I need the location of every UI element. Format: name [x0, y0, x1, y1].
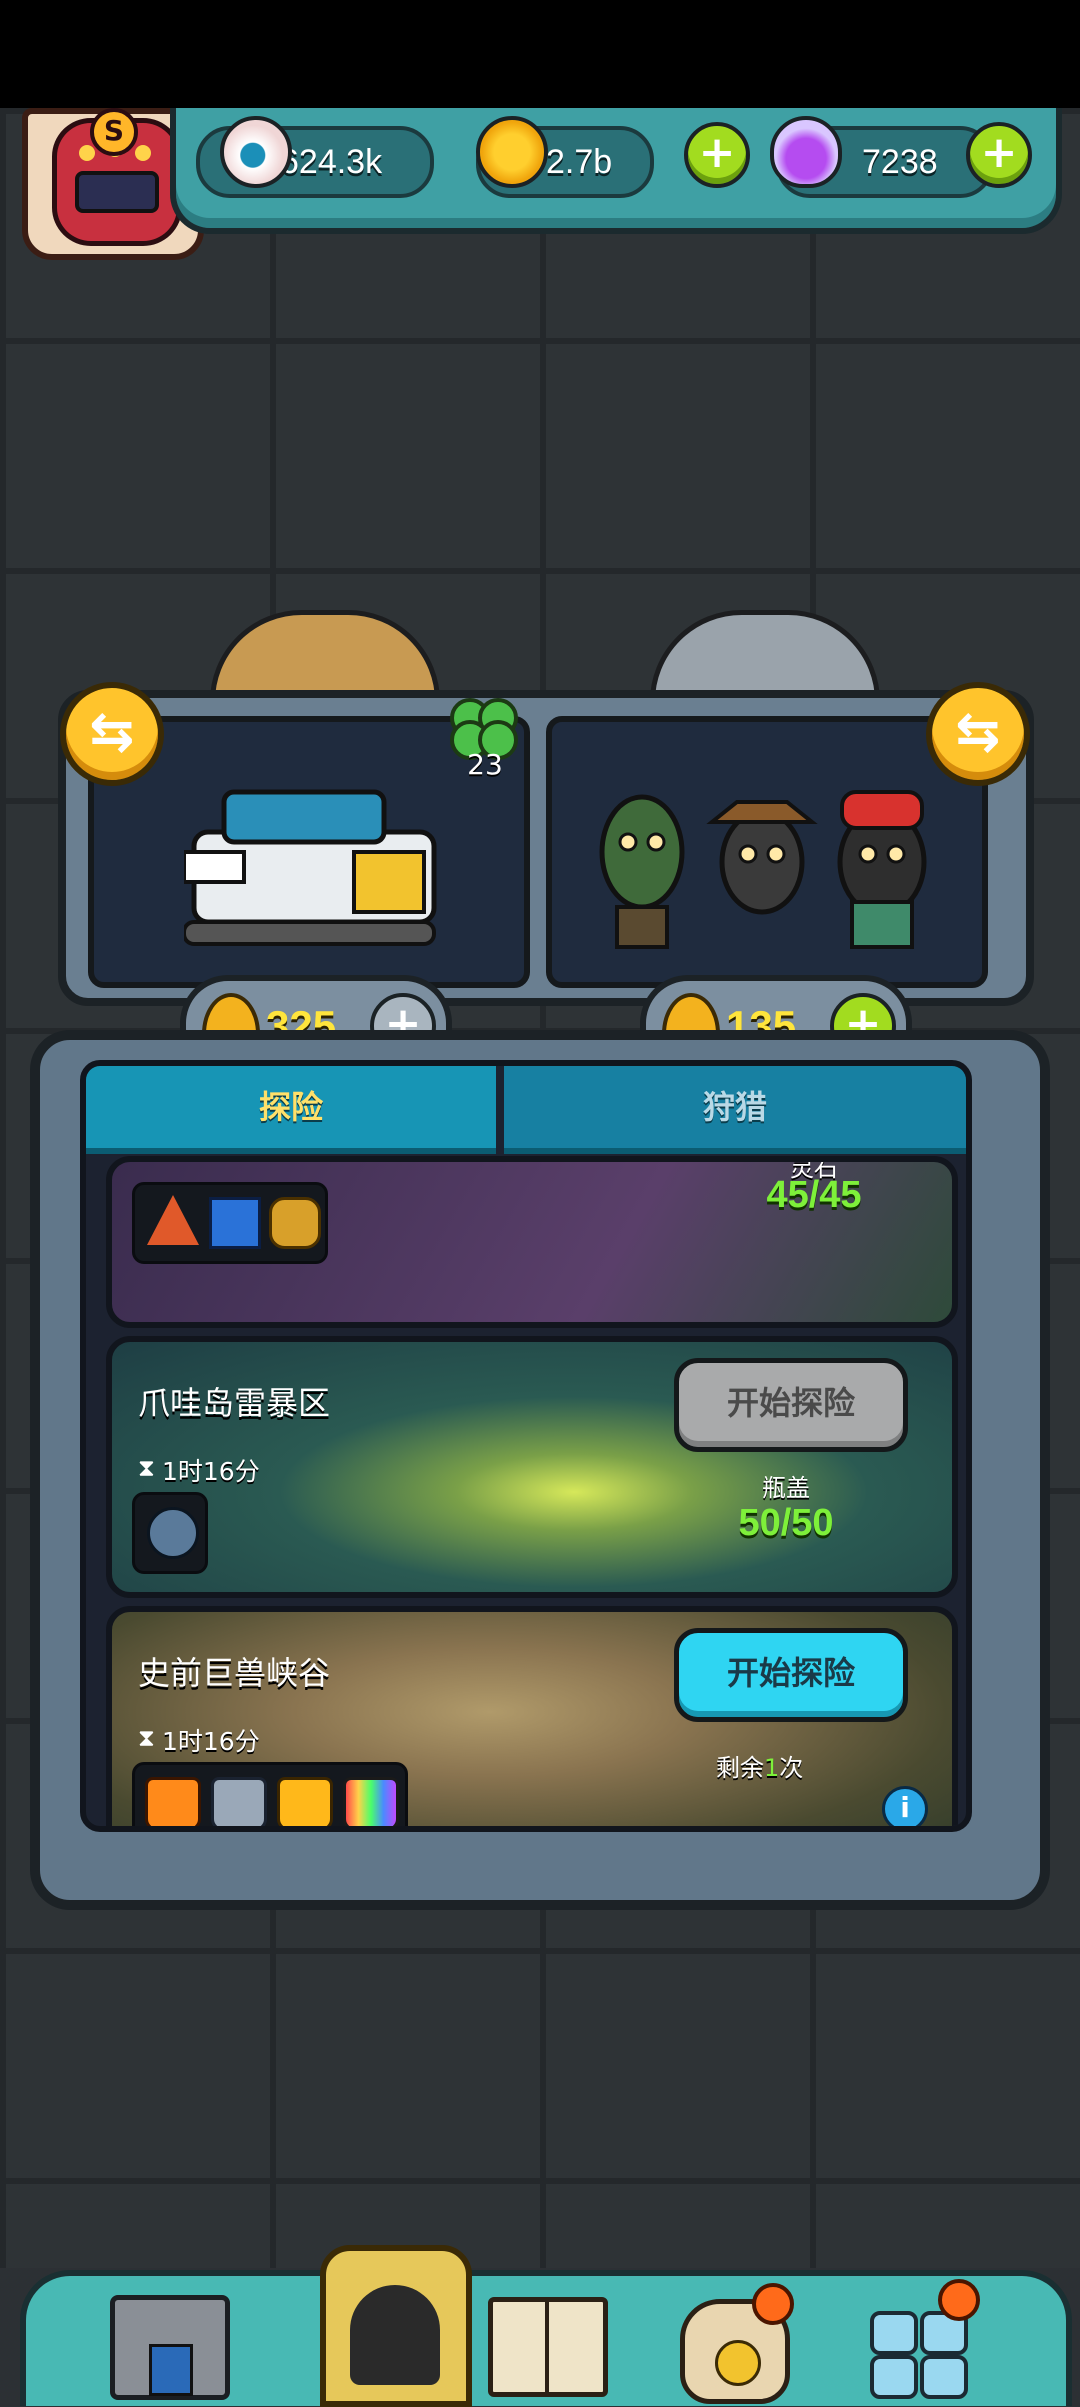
add-potions-button[interactable]: +	[966, 122, 1032, 188]
potion-flask-icon	[770, 116, 842, 188]
swap-vehicle-button[interactable]: ⇆	[60, 682, 164, 786]
remaining-runs: 剩余1次	[716, 1748, 803, 1783]
counter-value: 45/45	[766, 1174, 862, 1216]
silver-weight-icon	[211, 1777, 267, 1826]
counter-value: 50/50	[738, 1502, 834, 1544]
shop-door	[149, 2344, 193, 2396]
expedition-monster-icon	[320, 2245, 472, 2407]
red-gem-icon	[147, 1195, 199, 1245]
swap-crew-button[interactable]: ⇆	[926, 682, 1030, 786]
start-expedition-button[interactable]: 开始探险	[674, 1358, 908, 1452]
expedition-list: 探险 狩猎 灵石 45/45 爪哇岛雷暴区 ⧗ 1时16分 开始探险 瓶盖 50…	[80, 1060, 972, 1832]
bottle-cap-icon	[147, 1507, 199, 1559]
blue-gem-icon	[209, 1197, 261, 1249]
counter-label: 瓶盖	[762, 1474, 810, 1502]
monster-eye-icon	[79, 145, 95, 161]
nav-book[interactable]	[480, 2275, 610, 2400]
notification-badge	[752, 2283, 794, 2325]
monster-eye-icon	[135, 145, 151, 161]
coins-value: 2.7b	[546, 143, 613, 181]
armored-vehicle-icon	[184, 789, 437, 946]
tab-hunt[interactable]: 狩猎	[504, 1066, 966, 1154]
vip-badge: S	[90, 108, 138, 156]
nav-menu[interactable]	[860, 2275, 990, 2400]
gold-gem-icon	[269, 1197, 321, 1249]
eyes-value: 624.3k	[280, 143, 383, 181]
gold-coin-icon	[476, 116, 548, 188]
tab-explore[interactable]: 探险	[86, 1066, 496, 1154]
resource-bar: 624.3k 2.7b + 7238 +	[170, 108, 1062, 234]
potions-value: 7238	[862, 143, 938, 181]
reward-box	[132, 1492, 208, 1574]
expedition-title: 史前巨兽峡谷	[138, 1654, 331, 1692]
crew-bay[interactable]	[546, 716, 988, 988]
shop-building-icon	[110, 2295, 230, 2400]
nav-expedition[interactable]	[320, 2245, 472, 2407]
remaining-prefix: 剩余	[716, 1754, 764, 1782]
eyeball-icon	[220, 116, 292, 188]
expedition-duration: 1时16分	[162, 1727, 260, 1756]
nav-shop[interactable]	[100, 2275, 230, 2400]
expedition-card[interactable]: 灵石 45/45	[106, 1156, 958, 1328]
reward-box	[132, 1182, 328, 1264]
book-spine	[545, 2302, 549, 2392]
crew-characters-icon	[599, 790, 927, 949]
orange-weight-icon	[145, 1777, 201, 1826]
clover-count: 23	[467, 748, 503, 781]
start-expedition-button[interactable]: 开始探险	[674, 1628, 908, 1722]
grid-cell	[920, 2355, 968, 2399]
remaining-count: 1	[764, 1754, 780, 1782]
rainbow-weight-icon	[343, 1777, 399, 1826]
status-bar	[0, 0, 1080, 108]
info-icon[interactable]: i	[882, 1786, 928, 1826]
book-icon	[488, 2297, 608, 2397]
expedition-duration: 1时16分	[162, 1457, 260, 1486]
expedition-card[interactable]: 史前巨兽峡谷 ⧗ 1时16分 开始探险 剩余1次 i	[106, 1606, 958, 1826]
monster-silhouette	[350, 2285, 440, 2385]
add-coins-button[interactable]: +	[684, 122, 750, 188]
gold-weight-icon	[277, 1777, 333, 1826]
expedition-machine	[58, 690, 1034, 1006]
nav-bag[interactable]	[670, 2275, 800, 2404]
reward-box	[132, 1762, 408, 1826]
coin-emblem	[715, 2340, 761, 2386]
remaining-suffix: 次	[779, 1754, 804, 1782]
expedition-title: 爪哇岛雷暴区	[138, 1384, 331, 1422]
grid-menu-icon	[870, 2311, 918, 2355]
expedition-card[interactable]: 爪哇岛雷暴区 ⧗ 1时16分 开始探险 瓶盖 50/50	[106, 1336, 958, 1598]
grid-cell	[870, 2355, 918, 2399]
hourglass-icon: ⧗	[138, 1724, 155, 1752]
monster-mouth-icon	[75, 171, 159, 213]
notification-badge	[938, 2279, 980, 2321]
hourglass-icon: ⧗	[138, 1454, 155, 1482]
